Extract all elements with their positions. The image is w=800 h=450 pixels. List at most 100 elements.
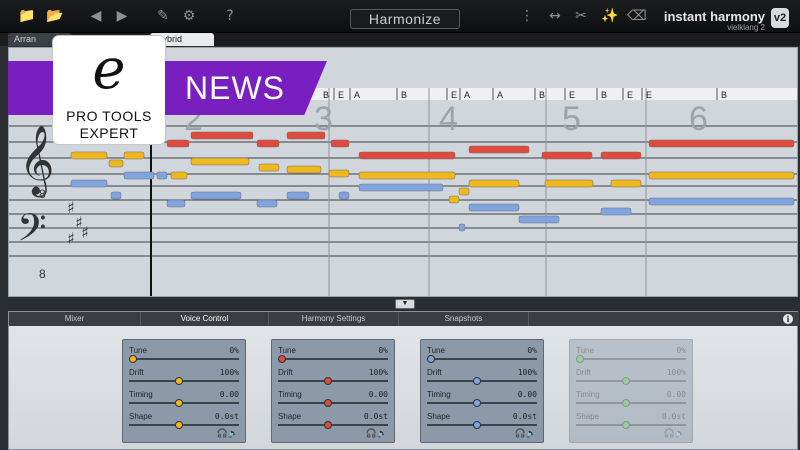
forward-arrow-icon[interactable]: ▶ <box>114 8 130 24</box>
param-label: Drift <box>427 368 442 377</box>
eraser-icon[interactable]: ⌫ <box>627 8 647 24</box>
headphones-speaker-icon[interactable]: 🎧🔈 <box>515 429 537 439</box>
tab-voice-control[interactable]: Voice Control <box>141 312 269 326</box>
param-slider-knob[interactable] <box>278 355 286 363</box>
tab-mixer[interactable]: Mixer <box>9 312 141 326</box>
voice-panel-1[interactable]: Tune 0% Drift 100% Timing 0.00 Shape 0.0st 🎧🔈 <box>122 339 246 443</box>
note-block <box>448 195 460 204</box>
param-slider-track[interactable] <box>576 399 686 407</box>
param-slider-track[interactable] <box>129 377 239 385</box>
headphones-speaker-icon[interactable]: 🎧🔈 <box>217 429 239 439</box>
note-block <box>518 215 560 224</box>
info-icon[interactable]: i <box>783 314 793 324</box>
param-slider-track[interactable] <box>576 355 686 363</box>
note-block <box>190 131 254 140</box>
param-value: 0.0st <box>363 412 388 421</box>
magic-wand-icon[interactable]: ✨ <box>601 8 618 24</box>
folder-open-icon[interactable]: 📁 <box>18 8 35 24</box>
param-label: Tune <box>129 346 147 355</box>
param-slider-knob[interactable] <box>472 399 481 407</box>
tab-harmony-settings[interactable]: Harmony Settings <box>269 312 399 326</box>
octave-marker: 8 <box>39 187 46 201</box>
note-block <box>468 203 520 212</box>
note-block <box>123 151 145 160</box>
chord-label: E <box>451 90 457 100</box>
param-label: Shape <box>427 412 451 421</box>
note-block <box>358 183 444 192</box>
folder-save-icon[interactable]: 📂 <box>46 8 63 24</box>
param-label: Drift <box>576 368 591 377</box>
param-timing: Timing 0.00 <box>425 390 539 410</box>
param-label: Tune <box>278 346 296 355</box>
param-slider-knob[interactable] <box>427 355 435 363</box>
dots-icon[interactable]: ⋮ <box>519 8 535 24</box>
param-slider-knob[interactable] <box>576 355 584 363</box>
note-block <box>286 165 322 174</box>
voice-panel-4: Tune 0% Drift 100% Timing 0.00 Shape 0.0st 🎧🔈 <box>569 339 693 443</box>
param-slider-knob[interactable] <box>174 399 183 407</box>
param-value: 0.0st <box>214 412 239 421</box>
param-value: 0.0st <box>661 412 686 421</box>
param-value: 0% <box>527 346 537 355</box>
chord-label: B <box>721 90 727 100</box>
voice-panel-2[interactable]: Tune 0% Drift 100% Timing 0.00 Shape 0.0st 🎧🔈 <box>271 339 395 443</box>
param-slider-track[interactable] <box>278 355 388 363</box>
param-slider-track[interactable] <box>427 377 537 385</box>
news-stripe <box>8 61 53 115</box>
param-label: Shape <box>576 412 600 421</box>
note-block <box>458 223 466 232</box>
param-value: 100% <box>517 368 537 377</box>
window-title[interactable]: Harmonize <box>350 9 460 29</box>
param-slider-track[interactable] <box>129 355 239 363</box>
headphones-speaker-icon[interactable]: 🎧🔈 <box>366 429 388 439</box>
app-badge[interactable]: v2 <box>771 8 789 28</box>
param-label: Drift <box>278 368 293 377</box>
param-slider-track[interactable] <box>427 399 537 407</box>
scissors-icon[interactable]: ✂ <box>573 8 589 24</box>
param-slider-track[interactable] <box>576 377 686 385</box>
param-slider-knob[interactable] <box>472 421 481 429</box>
edit-icon[interactable]: ✎ <box>155 8 171 24</box>
headphones-speaker-icon[interactable]: 🎧🔈 <box>664 429 686 439</box>
note-block <box>338 191 350 200</box>
param-slider-track[interactable] <box>278 377 388 385</box>
split-icon[interactable]: ↔ <box>547 8 563 24</box>
collapse-toggle-button[interactable]: ▼ <box>395 299 415 309</box>
help-icon[interactable]: ? <box>222 8 238 24</box>
news-banner: NEWS <box>165 61 327 115</box>
note-block <box>648 197 795 206</box>
param-slider-knob[interactable] <box>472 377 481 385</box>
top-toolbar: 📁 📂 ◀ ▶ ✎ ⚙ ? Harmonize ⋮ ↔ ✂ ✨ ⌫ instan… <box>0 0 800 33</box>
param-slider-knob[interactable] <box>129 355 137 363</box>
param-slider-track[interactable] <box>427 421 537 429</box>
note-block <box>648 139 795 148</box>
param-label: Shape <box>278 412 302 421</box>
back-arrow-icon[interactable]: ◀ <box>88 8 104 24</box>
param-slider-knob[interactable] <box>621 377 630 385</box>
param-label: Tune <box>576 346 594 355</box>
note-block <box>541 151 593 160</box>
param-label: Timing <box>576 390 600 399</box>
param-value: 0% <box>378 346 388 355</box>
param-slider-knob[interactable] <box>174 377 183 385</box>
logo-line1: PRO TOOLS <box>66 108 152 124</box>
tab-snapshots[interactable]: Snapshots <box>399 312 529 326</box>
param-slider-track[interactable] <box>129 421 239 429</box>
voice-panel-3[interactable]: Tune 0% Drift 100% Timing 0.00 Shape 0.0st 🎧🔈 <box>420 339 544 443</box>
param-slider-knob[interactable] <box>174 421 183 429</box>
param-slider-track[interactable] <box>576 421 686 429</box>
param-slider-knob[interactable] <box>323 421 332 429</box>
param-slider-track[interactable] <box>278 399 388 407</box>
param-slider-knob[interactable] <box>323 377 332 385</box>
note-block <box>358 171 456 180</box>
param-label: Timing <box>278 390 302 399</box>
param-slider-track[interactable] <box>427 355 537 363</box>
bass-clef: 𝄢 <box>17 205 47 259</box>
param-slider-knob[interactable] <box>621 421 630 429</box>
param-value: 0% <box>676 346 686 355</box>
gear-icon[interactable]: ⚙ <box>181 8 197 24</box>
param-slider-track[interactable] <box>278 421 388 429</box>
param-slider-knob[interactable] <box>621 399 630 407</box>
param-slider-track[interactable] <box>129 399 239 407</box>
param-slider-knob[interactable] <box>323 399 332 407</box>
